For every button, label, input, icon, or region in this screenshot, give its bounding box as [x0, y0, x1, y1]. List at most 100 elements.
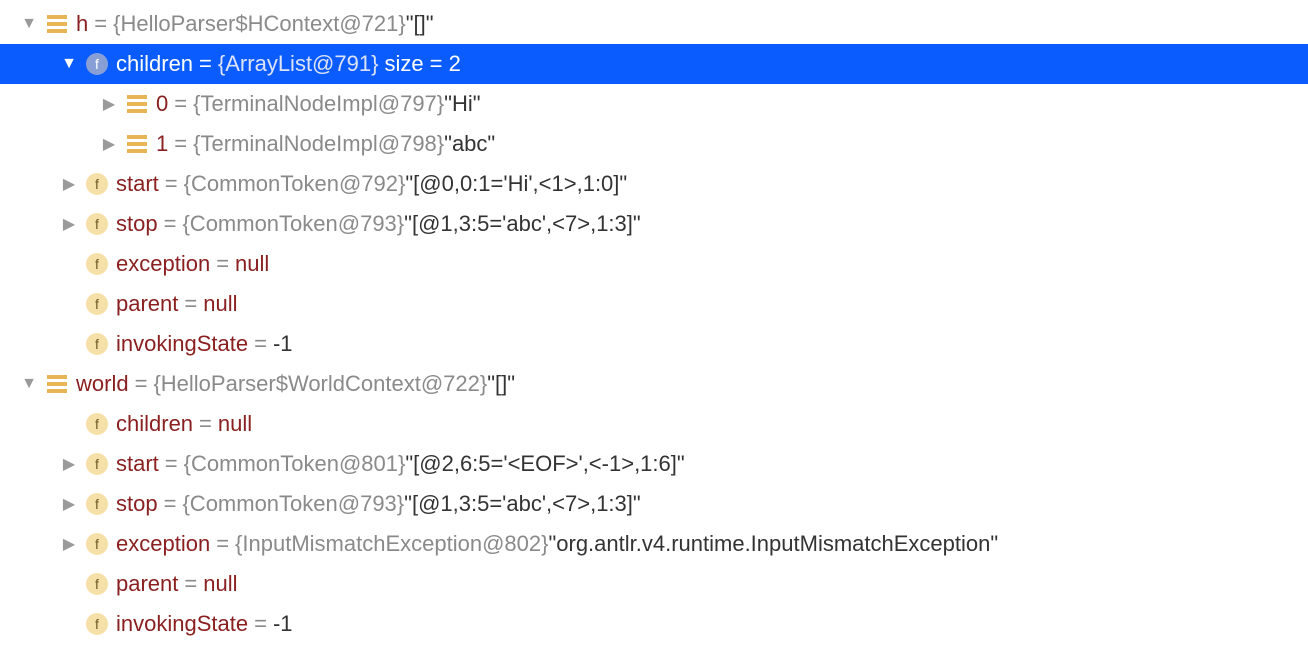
- equals-sign: =: [199, 411, 212, 437]
- variable-name: h: [76, 11, 88, 37]
- tree-row[interactable]: ▶finvokingState = -1: [0, 604, 1308, 644]
- variable-type: {InputMismatchException@802}: [235, 531, 548, 557]
- variable-name: exception: [116, 251, 210, 277]
- tree-row[interactable]: ▼world = {HelloParser$WorldContext@722} …: [0, 364, 1308, 404]
- expand-arrow-down-icon[interactable]: ▼: [18, 375, 40, 393]
- variable-name: 0: [156, 91, 168, 117]
- variable-name: stop: [116, 211, 158, 237]
- variable-type: {ArrayList@791}: [218, 51, 379, 77]
- variable-value: "[]": [406, 11, 434, 37]
- tree-row[interactable]: ▶fchildren = null: [0, 404, 1308, 444]
- equals-sign: =: [135, 371, 148, 397]
- variable-name: parent: [116, 291, 178, 317]
- equals-sign: =: [94, 11, 107, 37]
- equals-sign: =: [165, 171, 178, 197]
- variable-value: "Hi": [444, 91, 480, 117]
- variable-type: {TerminalNodeImpl@797}: [193, 91, 444, 117]
- tree-row[interactable]: ▼ h = {HelloParser$HContext@721} "[]": [0, 4, 1308, 44]
- tree-row[interactable]: ▶ 1 = {TerminalNodeImpl@798} "abc": [0, 124, 1308, 164]
- field-icon: f: [86, 493, 108, 515]
- variable-value: -1: [273, 331, 293, 357]
- variable-name: 1: [156, 131, 168, 157]
- field-icon: f: [86, 253, 108, 275]
- tree-row[interactable]: ▶finvokingState = -1: [0, 324, 1308, 364]
- list-icon: [46, 373, 68, 395]
- tree-row[interactable]: ▶fparent = null: [0, 564, 1308, 604]
- expand-arrow-right-icon[interactable]: ▶: [98, 94, 120, 114]
- tree-row[interactable]: ▶ f exception = {InputMismatchException@80…: [0, 524, 1308, 564]
- expand-arrow-right-icon[interactable]: ▶: [98, 134, 120, 154]
- variable-value: "[@1,3:5='abc',<7>,1:3]": [404, 211, 641, 237]
- field-icon: f: [86, 293, 108, 315]
- variable-type: {TerminalNodeImpl@798}: [193, 131, 444, 157]
- expand-arrow-right-icon[interactable]: ▶: [58, 494, 80, 514]
- expand-arrow-down-icon[interactable]: ▼: [18, 15, 40, 33]
- equals-sign: =: [254, 611, 267, 637]
- expand-arrow-right-icon[interactable]: ▶: [58, 174, 80, 194]
- variable-name: stop: [116, 491, 158, 517]
- variable-name: children: [116, 51, 193, 77]
- field-icon: f: [86, 173, 108, 195]
- expand-arrow-right-icon[interactable]: ▶: [58, 214, 80, 234]
- field-icon: f: [86, 53, 108, 75]
- field-icon: f: [86, 453, 108, 475]
- equals-sign: =: [164, 211, 177, 237]
- variable-name: invokingState: [116, 331, 248, 357]
- field-icon: f: [86, 613, 108, 635]
- variable-value: "[@0,0:1='Hi',<1>,1:0]": [405, 171, 627, 197]
- tree-row[interactable]: ▶ 0 = {TerminalNodeImpl@797} "Hi": [0, 84, 1308, 124]
- equals-sign: =: [216, 251, 229, 277]
- tree-row[interactable]: ▶ fstart = {CommonToken@792} "[@0,0:1='Hi…: [0, 164, 1308, 204]
- equals-sign: =: [199, 51, 212, 77]
- equals-sign: =: [216, 531, 229, 557]
- tree-row[interactable]: ▶fexception = null: [0, 244, 1308, 284]
- variable-name: children: [116, 411, 193, 437]
- variable-type: {CommonToken@793}: [182, 491, 404, 517]
- list-icon: [46, 13, 68, 35]
- variable-value: "abc": [444, 131, 495, 157]
- variable-type: {HelloParser$HContext@721}: [113, 11, 406, 37]
- variable-name: parent: [116, 571, 178, 597]
- field-icon: f: [86, 413, 108, 435]
- variable-null-value: null: [203, 291, 237, 317]
- tree-row[interactable]: ▶ fstop = {CommonToken@793} "[@1,3:5='abc…: [0, 484, 1308, 524]
- variable-name: exception: [116, 531, 210, 557]
- variable-name: start: [116, 451, 159, 477]
- tree-row[interactable]: ▶ fstart = {CommonToken@801} "[@2,6:5='<E…: [0, 444, 1308, 484]
- list-icon: [126, 133, 148, 155]
- expand-arrow-right-icon[interactable]: ▶: [58, 534, 80, 554]
- equals-sign: =: [174, 131, 187, 157]
- variable-type: {CommonToken@793}: [182, 211, 404, 237]
- equals-sign: =: [164, 491, 177, 517]
- equals-sign: =: [254, 331, 267, 357]
- field-icon: f: [86, 533, 108, 555]
- tree-row[interactable]: ▶fparent = null: [0, 284, 1308, 324]
- equals-sign: =: [184, 291, 197, 317]
- field-icon: f: [86, 333, 108, 355]
- variable-extra: size = 2: [384, 51, 460, 77]
- debug-variables-tree[interactable]: ▼h = {HelloParser$HContext@721} "[]"▼fch…: [0, 0, 1308, 648]
- variable-value: -1: [273, 611, 293, 637]
- field-icon: f: [86, 213, 108, 235]
- variable-type: {CommonToken@792}: [184, 171, 406, 197]
- expand-arrow-down-icon[interactable]: ▼: [58, 55, 80, 73]
- equals-sign: =: [165, 451, 178, 477]
- tree-row[interactable]: ▼ f children = {ArrayList@791} size = 2: [0, 44, 1308, 84]
- variable-name: start: [116, 171, 159, 197]
- equals-sign: =: [184, 571, 197, 597]
- variable-value: "[]": [487, 371, 515, 397]
- variable-value: "org.antlr.v4.runtime.InputMismatchExcep…: [548, 531, 998, 557]
- variable-type: {HelloParser$WorldContext@722}: [153, 371, 487, 397]
- expand-arrow-right-icon[interactable]: ▶: [58, 454, 80, 474]
- variable-name: world: [76, 371, 129, 397]
- variable-value: "[@2,6:5='<EOF>',<-1>,1:6]": [405, 451, 684, 477]
- variable-null-value: null: [218, 411, 252, 437]
- variable-value: "[@1,3:5='abc',<7>,1:3]": [404, 491, 641, 517]
- variable-type: {CommonToken@801}: [184, 451, 406, 477]
- equals-sign: =: [174, 91, 187, 117]
- variable-null-value: null: [203, 571, 237, 597]
- tree-row[interactable]: ▶ fstop = {CommonToken@793} "[@1,3:5='abc…: [0, 204, 1308, 244]
- field-icon: f: [86, 573, 108, 595]
- variable-name: invokingState: [116, 611, 248, 637]
- list-icon: [126, 93, 148, 115]
